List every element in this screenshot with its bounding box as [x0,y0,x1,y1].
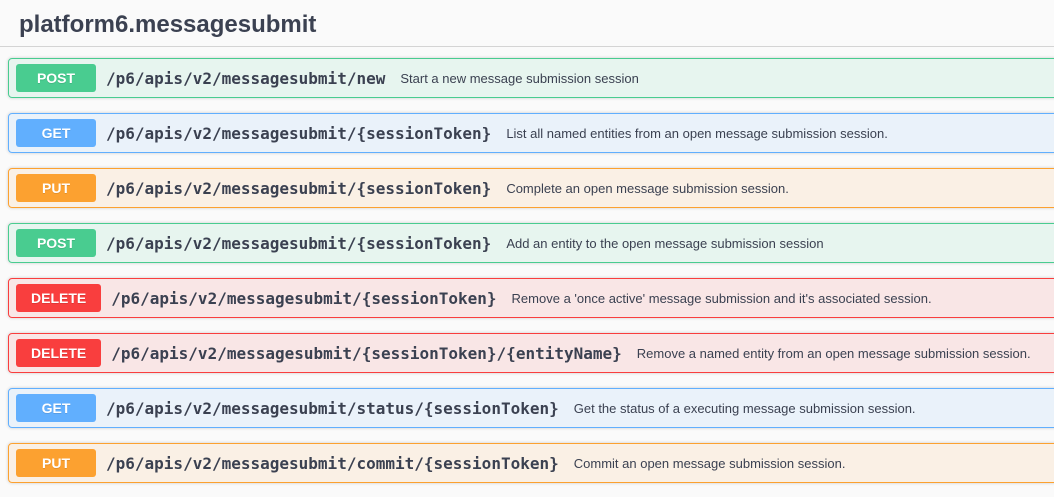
endpoint-row[interactable]: PUT /p6/apis/v2/messagesubmit/{sessionTo… [8,168,1054,208]
endpoint-path: /p6/apis/v2/messagesubmit/commit/{sessio… [106,454,559,473]
endpoint-description: Remove a 'once active' message submissio… [512,291,932,306]
endpoint-description: Start a new message submission session [400,71,638,86]
endpoint-row[interactable]: DELETE /p6/apis/v2/messagesubmit/{sessio… [8,278,1054,318]
endpoint-description: Remove a named entity from an open messa… [637,346,1031,361]
endpoint-description: Complete an open message submission sess… [506,181,789,196]
page-title: platform6.messagesubmit [0,0,1054,46]
endpoint-description: List all named entities from an open mes… [506,126,888,141]
endpoint-path: /p6/apis/v2/messagesubmit/{sessionToken} [106,124,491,143]
method-badge: DELETE [16,339,101,367]
endpoint-row[interactable]: DELETE /p6/apis/v2/messagesubmit/{sessio… [8,333,1054,373]
endpoint-row[interactable]: PUT /p6/apis/v2/messagesubmit/commit/{se… [8,443,1054,483]
endpoint-row[interactable]: GET /p6/apis/v2/messagesubmit/status/{se… [8,388,1054,428]
method-badge: PUT [16,449,96,477]
method-badge: POST [16,64,96,92]
method-badge: PUT [16,174,96,202]
endpoint-path: /p6/apis/v2/messagesubmit/status/{sessio… [106,399,559,418]
endpoint-row[interactable]: POST /p6/apis/v2/messagesubmit/new Start… [8,58,1054,98]
endpoint-description: Get the status of a executing message su… [574,401,916,416]
endpoint-row[interactable]: GET /p6/apis/v2/messagesubmit/{sessionTo… [8,113,1054,153]
method-badge: GET [16,394,96,422]
endpoint-description: Commit an open message submission sessio… [574,456,846,471]
endpoint-path: /p6/apis/v2/messagesubmit/{sessionToken} [106,234,491,253]
method-badge: POST [16,229,96,257]
section-divider [0,46,1054,47]
endpoint-description: Add an entity to the open message submis… [506,236,823,251]
method-badge: GET [16,119,96,147]
endpoint-path: /p6/apis/v2/messagesubmit/new [106,69,385,88]
endpoint-path: /p6/apis/v2/messagesubmit/{sessionToken} [111,289,496,308]
endpoint-list: POST /p6/apis/v2/messagesubmit/new Start… [8,58,1054,483]
endpoint-row[interactable]: POST /p6/apis/v2/messagesubmit/{sessionT… [8,223,1054,263]
endpoint-path: /p6/apis/v2/messagesubmit/{sessionToken} [106,179,491,198]
api-section: platform6.messagesubmit POST /p6/apis/v2… [0,0,1054,483]
method-badge: DELETE [16,284,101,312]
endpoint-path: /p6/apis/v2/messagesubmit/{sessionToken}… [111,344,622,363]
